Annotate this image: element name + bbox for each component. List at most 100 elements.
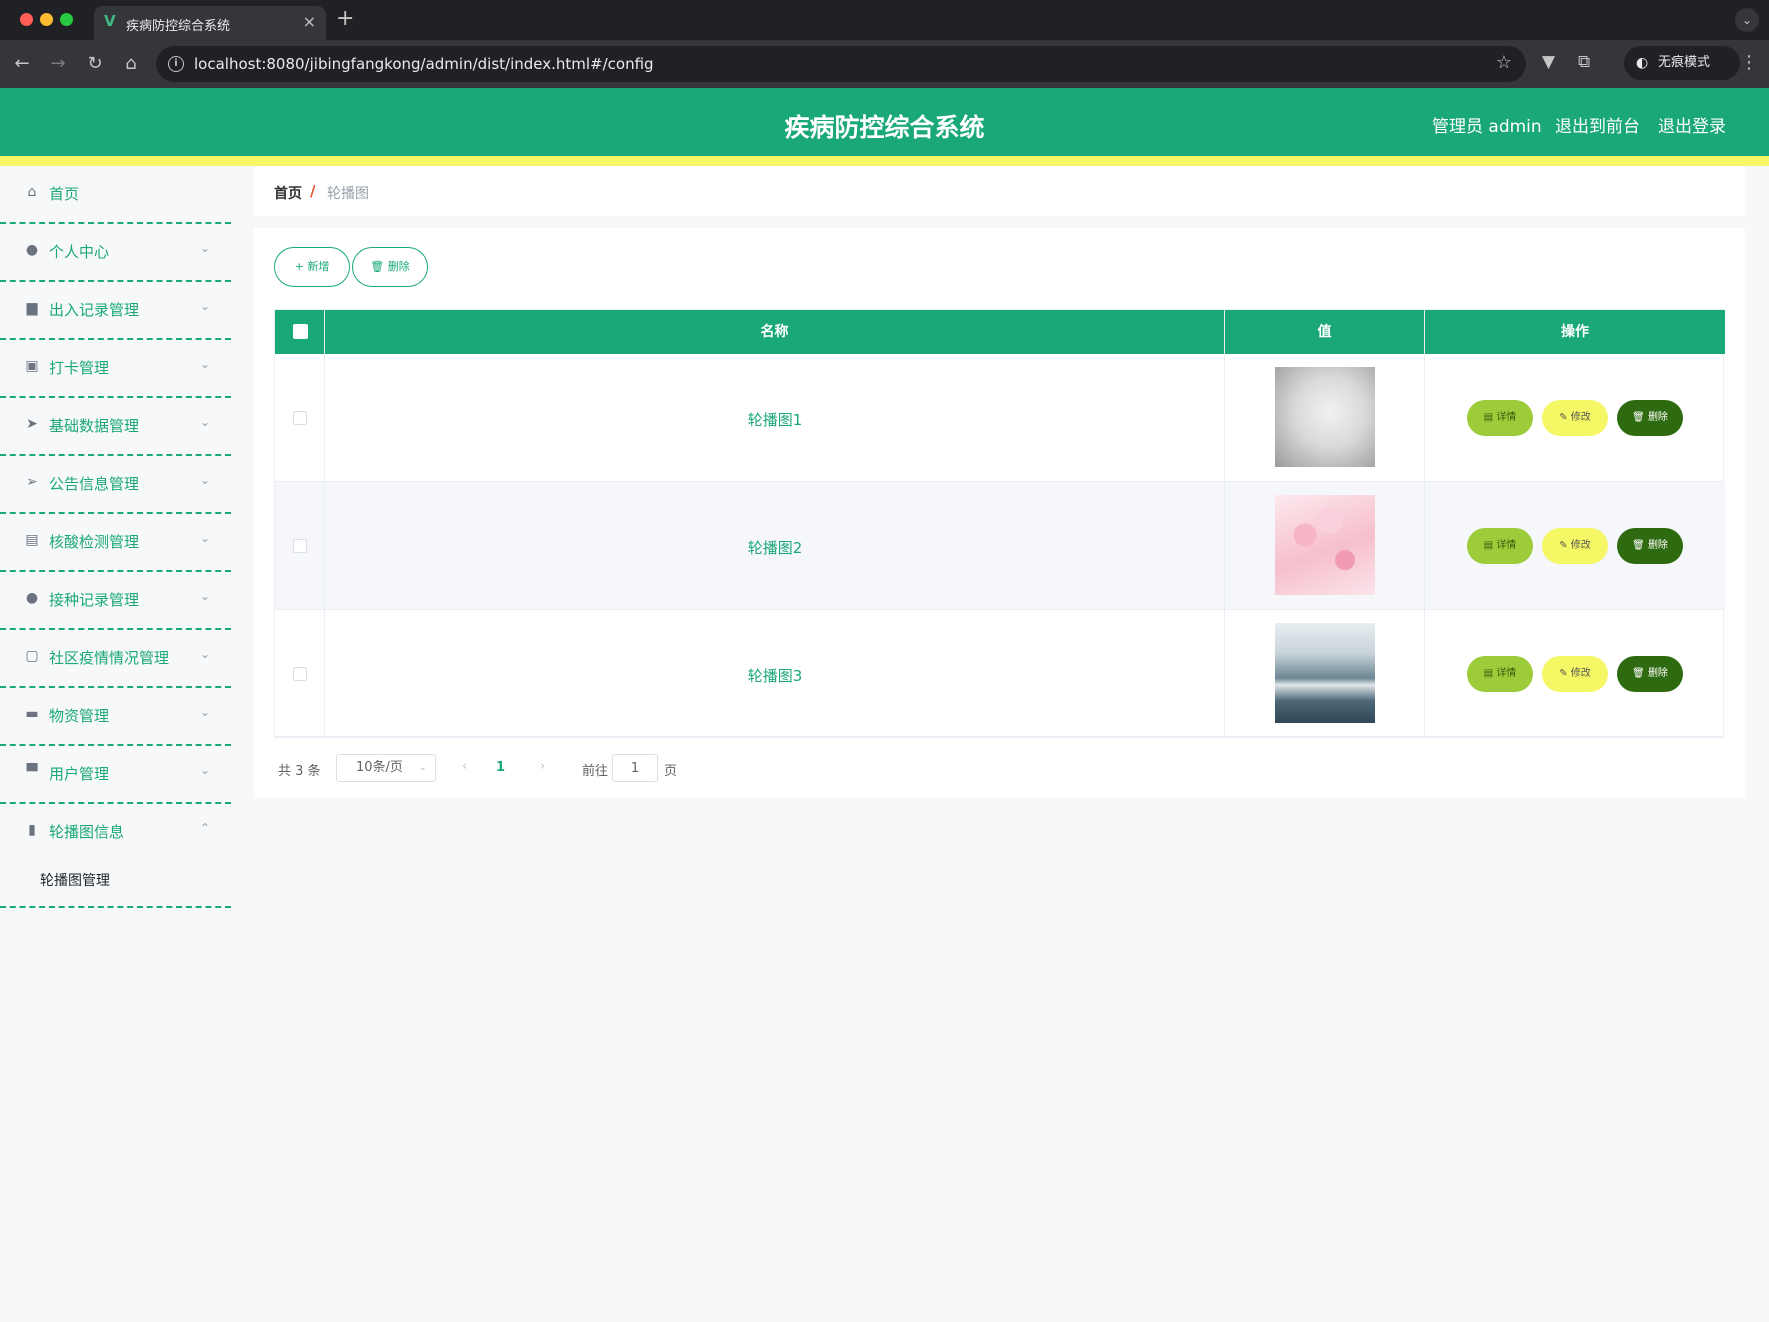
document-icon: ▤ [1483,540,1497,551]
window-close-button[interactable] [20,13,33,26]
kebab-menu-icon[interactable]: ⋮ [1740,52,1758,73]
detail-button[interactable]: ▤ 详情 [1467,656,1533,692]
browser-tab[interactable]: V 疾病防控综合系统 × [94,6,326,40]
batch-delete-label: 删除 [387,260,410,273]
breadcrumb: 首页 / 轮播图 [254,166,1745,216]
monitor-icon: ▀ [26,764,38,780]
row-name: 轮播图2 [747,539,803,557]
breadcrumb-home[interactable]: 首页 [274,183,302,203]
delete-button[interactable]: 🗑 删除 [1617,400,1683,436]
edit-button[interactable]: ✎ 修改 [1542,400,1608,436]
value-cell [1225,610,1425,738]
value-cell [1225,354,1425,482]
header-checkbox-cell [275,310,325,354]
sidebar-item-personal-center[interactable]: ● 个人中心 ⌄ [0,224,231,282]
table-row: 轮播图1 ▤ 详情 ✎ 修改 🗑 删除 [275,354,1725,482]
row-checkbox[interactable] [293,667,307,681]
vue-favicon-icon: V [104,12,116,30]
detail-button[interactable]: ▤ 详情 [1467,400,1533,436]
incognito-icon: ◐ [1636,55,1649,71]
row-name: 轮播图1 [747,411,803,429]
chevron-down-icon: ⌄ [200,473,211,487]
window-maximize-button[interactable] [60,13,73,26]
send-icon: ➤ [26,416,38,432]
select-all-checkbox[interactable] [293,324,308,339]
sidebar-item-announcements[interactable]: ➢ 公告信息管理 ⌄ [0,456,231,514]
exit-to-frontend-link[interactable]: 退出到前台 [1555,112,1640,137]
actions-cell: ▤ 详情 ✎ 修改 🗑 删除 [1425,482,1725,610]
window-minimize-button[interactable] [40,13,53,26]
chevron-down-icon: ⌄ [418,762,427,773]
page-size-select[interactable]: 10条/页 ⌄ [336,754,436,782]
sidebar-item-carousel-info[interactable]: ▮ 轮播图信息 ⌃ 轮播图管理 [0,804,231,908]
prev-page-icon[interactable]: ‹ [462,759,467,774]
column-header-name: 名称 [325,310,1225,354]
goto-page-input[interactable] [612,754,658,782]
delete-button[interactable]: 🗑 删除 [1617,528,1683,564]
pink-petals-thumbnail[interactable] [1275,495,1375,595]
sidebar-item-label: 出入记录管理 [49,301,140,319]
vue-devtools-icon[interactable]: ▼ [1542,52,1555,72]
sidebar-item-label: 社区疫情情况管理 [49,649,170,667]
printer-icon: ▆ [26,300,38,316]
edit-button[interactable]: ✎ 修改 [1542,528,1608,564]
breadcrumb-current: 轮播图 [327,186,369,202]
sidebar-item-home[interactable]: ⌂ 首页 [0,166,231,224]
sidebar-item-base-data[interactable]: ➤ 基础数据管理 ⌄ [0,398,231,456]
tab-search-chevron-icon[interactable]: ⌄ [1735,8,1759,32]
page-number[interactable]: 1 [496,760,505,775]
document-icon: ▤ [1483,668,1497,679]
sidebar-item-label: 轮播图信息 [49,823,125,841]
tab-close-icon[interactable]: × [303,12,316,31]
misty-mountains-thumbnail[interactable] [1275,623,1375,723]
sidebar-item-checkin[interactable]: ▣ 打卡管理 ⌄ [0,340,231,398]
sidebar-item-vaccination[interactable]: ● 接种记录管理 ⌄ [0,572,231,630]
pencil-icon: ✎ [1559,668,1571,679]
document-icon: ▤ [1483,412,1497,423]
delete-label: 删除 [1647,412,1668,423]
tab-title: 疾病防控综合系统 [126,19,231,34]
chevron-down-icon: ⌄ [200,647,211,661]
sidebar-item-entry-records[interactable]: ▆ 出入记录管理 ⌄ [0,282,231,340]
back-arrow-icon[interactable]: ← [10,52,34,76]
breadcrumb-separator: / [310,182,316,200]
table-row: 轮播图3 ▤ 详情 ✎ 修改 🗑 删除 [275,610,1725,738]
browser-titlebar: V 疾病防控综合系统 × + ⌄ [0,0,1769,40]
sidebar-item-nucleic-tests[interactable]: ▤ 核酸检测管理 ⌄ [0,514,231,572]
delete-button[interactable]: 🗑 删除 [1617,656,1683,692]
content-panel: + 新增 🗑 删除 名称 值 操作 轮播图1 ▤ 详情 ✎ 修改 🗑 删除 轮播… [254,228,1745,798]
misty-trees-thumbnail[interactable] [1275,367,1375,467]
next-page-icon[interactable]: › [540,759,545,774]
url-text[interactable]: localhost:8080/jibingfangkong/admin/dist… [194,55,654,73]
info-icon[interactable]: i [168,56,184,72]
sidebar-subitem-carousel-management[interactable]: 轮播图管理 [0,856,231,902]
sidebar-item-community-epidemic[interactable]: ▢ 社区疫情情况管理 ⌄ [0,630,231,688]
sidebar-item-users[interactable]: ▀ 用户管理 ⌄ [0,746,231,804]
sidebar-item-label: 基础数据管理 [49,417,140,435]
star-icon[interactable]: ☆ [1496,52,1512,73]
reload-icon[interactable]: ↻ [83,52,107,76]
column-header-actions: 操作 [1561,324,1589,340]
batch-delete-button[interactable]: 🗑 删除 [352,247,428,287]
trash-icon: 🗑 [370,260,385,273]
home-icon[interactable]: ⌂ [119,52,143,76]
trash-icon: 🗑 [1632,540,1648,551]
extensions-icon[interactable]: ⧉ [1578,52,1590,72]
chevron-up-icon: ⌃ [200,821,211,835]
row-checkbox[interactable] [293,411,307,425]
add-button[interactable]: + 新增 [274,247,350,287]
incognito-indicator[interactable]: ◐ 无痕模式 [1624,46,1740,80]
edit-label: 修改 [1570,412,1591,423]
detail-button[interactable]: ▤ 详情 [1467,528,1533,564]
browser-toolbar: ← → ↻ ⌂ i localhost:8080/jibingfangkong/… [0,40,1769,88]
sidebar-item-label: 物资管理 [49,707,110,725]
wallet-icon: ▣ [25,358,39,374]
row-checkbox[interactable] [293,539,307,553]
sidebar-item-supplies[interactable]: ▬ 物资管理 ⌄ [0,688,231,746]
sidebar: ⌂ 首页 ● 个人中心 ⌄ ▆ 出入记录管理 ⌄ ▣ 打卡管理 ⌄ ➤ 基础数据… [0,166,231,1322]
logout-link[interactable]: 退出登录 [1658,112,1726,137]
address-bar[interactable]: i localhost:8080/jibingfangkong/admin/di… [156,46,1526,82]
new-tab-button[interactable]: + [336,6,354,31]
edit-button[interactable]: ✎ 修改 [1542,656,1608,692]
forward-arrow-icon[interactable]: → [46,52,70,76]
